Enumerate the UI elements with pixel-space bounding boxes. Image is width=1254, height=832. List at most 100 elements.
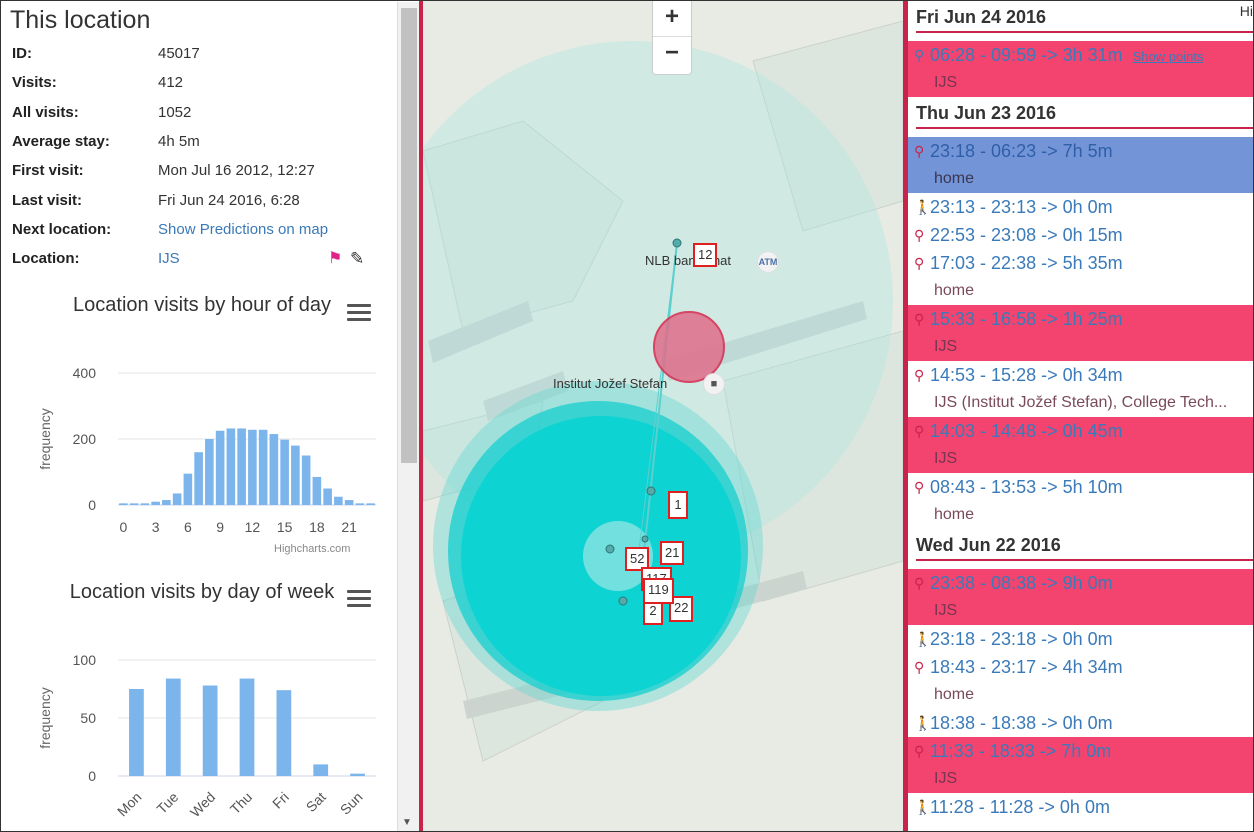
- visit-row[interactable]: ⚲ 15:33 - 16:58 -> 1h 25m: [908, 305, 1253, 333]
- chart-bar[interactable]: [202, 685, 218, 776]
- visit-location: IJS (Institut Jožef Stefan), College Tec…: [934, 394, 1228, 411]
- visit-time[interactable]: 06:28 - 09:59 -> 3h 31m: [930, 45, 1123, 65]
- map-marker[interactable]: 12: [693, 243, 718, 267]
- chart-bar[interactable]: [334, 496, 343, 505]
- visit-time[interactable]: 11:33 - 18:33 -> 7h 0m: [930, 741, 1111, 761]
- visit-time[interactable]: 23:13 - 23:13 -> 0h 0m: [930, 197, 1113, 217]
- visit-row[interactable]: ⚲ 06:28 - 09:59 -> 3h 31m Show points: [908, 41, 1253, 69]
- map-marker[interactable]: 119: [643, 578, 674, 604]
- chart-bar[interactable]: [205, 439, 214, 505]
- chart-bar[interactable]: [151, 501, 160, 505]
- chart-bar[interactable]: [129, 689, 144, 776]
- map-marker[interactable]: 1: [668, 491, 688, 519]
- x-tick-label: 6: [184, 519, 192, 535]
- visit-time[interactable]: 22:53 - 23:08 -> 0h 15m: [930, 225, 1123, 245]
- location-pin-icon: ⚲: [914, 227, 925, 243]
- visit-row[interactable]: 🚶 18:38 - 18:38 -> 0h 0m: [908, 709, 1253, 737]
- visit-location: home: [934, 282, 975, 299]
- x-tick-label: Tue: [153, 789, 181, 817]
- chart-bar[interactable]: [280, 439, 289, 505]
- chart-bar[interactable]: [194, 452, 203, 505]
- x-tick-label: 15: [277, 519, 293, 535]
- chart-bar[interactable]: [344, 500, 354, 505]
- info-label: ID:: [12, 45, 32, 62]
- chart-bar[interactable]: [269, 434, 279, 505]
- chart-bar[interactable]: [312, 476, 322, 505]
- chart-bar[interactable]: [366, 503, 375, 505]
- x-tick-label: 3: [152, 519, 160, 535]
- location-link[interactable]: IJS: [158, 248, 180, 270]
- chart-bar[interactable]: [140, 503, 150, 505]
- visit-time[interactable]: 17:03 - 22:38 -> 5h 35m: [930, 253, 1123, 273]
- chart-bar[interactable]: [165, 678, 181, 776]
- visit-row[interactable]: 🚶 23:18 - 23:18 -> 0h 0m: [908, 625, 1253, 653]
- visit-row[interactable]: ⚲ 23:38 - 08:38 -> 9h 0m: [908, 569, 1253, 597]
- chart-bar[interactable]: [129, 503, 139, 505]
- visit-time[interactable]: 14:53 - 15:28 -> 0h 34m: [930, 365, 1123, 385]
- visit-row[interactable]: 🚶 23:13 - 23:13 -> 0h 0m: [908, 193, 1253, 221]
- chart-bar[interactable]: [162, 500, 171, 505]
- visit-time[interactable]: 11:28 - 11:28 -> 0h 0m: [930, 797, 1110, 817]
- visit-row[interactable]: ⚲ 14:03 - 14:48 -> 0h 45m: [908, 417, 1253, 445]
- scroll-down-arrow-icon[interactable]: ▼: [402, 817, 412, 828]
- chart-bar[interactable]: [291, 445, 300, 505]
- x-tick-label: Thu: [227, 789, 255, 817]
- visit-time[interactable]: 23:18 - 23:18 -> 0h 0m: [930, 629, 1113, 649]
- info-value: 412: [158, 74, 184, 91]
- map[interactable]: NLB bankomat ATM Institut Jožef Stefan ■…: [423, 1, 903, 832]
- zoom-out-button[interactable]: −: [653, 37, 691, 73]
- foursquare-icon[interactable]: ⚑: [328, 248, 342, 270]
- chart-bar[interactable]: [172, 493, 182, 505]
- week-chart: 0 50 100 frequency Mon Tue Wed Thu Fri Sat Sun: [37, 652, 376, 820]
- chart-bar[interactable]: [258, 429, 268, 505]
- visit-row[interactable]: ⚲ 11:33 - 18:33 -> 7h 0m: [908, 737, 1253, 765]
- location-pin-icon: ⚲: [914, 47, 925, 63]
- show-points-link[interactable]: Show points: [1133, 49, 1204, 64]
- chart-bar[interactable]: [237, 428, 246, 505]
- visit-time[interactable]: 18:43 - 23:17 -> 4h 34m: [930, 657, 1123, 677]
- walking-icon: 🚶: [914, 715, 932, 731]
- chart-menu-icon[interactable]: [347, 590, 371, 608]
- chart-bar[interactable]: [183, 473, 193, 505]
- show-predictions-link[interactable]: Show Predictions on map: [158, 219, 328, 241]
- x-tick-label: Wed: [187, 789, 218, 820]
- visit-time[interactable]: 08:43 - 13:53 -> 5h 10m: [930, 477, 1123, 497]
- map-canvas[interactable]: [423, 1, 903, 832]
- visit-time[interactable]: 23:38 - 08:38 -> 9h 0m: [930, 573, 1113, 593]
- chart-bar[interactable]: [313, 764, 329, 776]
- atm-icon: ATM: [757, 251, 779, 273]
- left-scrollbar[interactable]: ▼: [397, 2, 419, 831]
- visit-time[interactable]: 15:33 - 16:58 -> 1h 25m: [930, 309, 1123, 329]
- visit-row[interactable]: ⚲ 08:43 - 13:53 -> 5h 10m: [908, 473, 1253, 501]
- chart-bar[interactable]: [119, 503, 128, 505]
- chart-bar[interactable]: [350, 773, 365, 776]
- zoom-in-button[interactable]: +: [653, 1, 691, 37]
- chart-bar[interactable]: [355, 503, 365, 505]
- chart-bar[interactable]: [226, 428, 236, 505]
- week-chart-title: Location visits by day of week: [69, 581, 335, 603]
- visit-time[interactable]: 23:18 - 06:23 -> 7h 5m: [930, 141, 1113, 161]
- day-header: Fri Jun 24 2016: [916, 7, 1253, 33]
- chart-bar[interactable]: [215, 430, 225, 505]
- y-tick-label: 200: [73, 431, 97, 447]
- chart-bar[interactable]: [239, 678, 255, 776]
- visit-time[interactable]: 14:03 - 14:48 -> 0h 45m: [930, 421, 1123, 441]
- visit-row[interactable]: ⚲ 23:18 - 06:23 -> 7h 5m: [908, 137, 1253, 165]
- visit-row[interactable]: ⚲ 22:53 - 23:08 -> 0h 15m: [908, 221, 1253, 249]
- visit-row[interactable]: 🚶 11:28 - 11:28 -> 0h 0m: [908, 793, 1253, 821]
- edit-pencil-icon[interactable]: ✎: [350, 248, 364, 270]
- visit-row[interactable]: ⚲ 17:03 - 22:38 -> 5h 35m: [908, 249, 1253, 277]
- day-header: Wed Jun 22 2016: [916, 535, 1253, 561]
- chart-bar[interactable]: [301, 455, 311, 506]
- chart-bar[interactable]: [248, 429, 257, 505]
- scroll-thumb[interactable]: [401, 8, 417, 463]
- chart-bar[interactable]: [323, 488, 332, 506]
- chart-menu-icon[interactable]: [347, 304, 371, 322]
- chart-bar[interactable]: [276, 690, 292, 776]
- highcharts-credit[interactable]: Highcharts.com: [274, 543, 350, 555]
- map-marker[interactable]: 21: [660, 541, 685, 565]
- visit-row[interactable]: ⚲ 18:43 - 23:17 -> 4h 34m: [908, 653, 1253, 681]
- visit-time[interactable]: 18:38 - 18:38 -> 0h 0m: [930, 713, 1113, 733]
- visit-row[interactable]: ⚲ 14:53 - 15:28 -> 0h 34m: [908, 361, 1253, 389]
- y-axis-label: frequency: [37, 408, 53, 469]
